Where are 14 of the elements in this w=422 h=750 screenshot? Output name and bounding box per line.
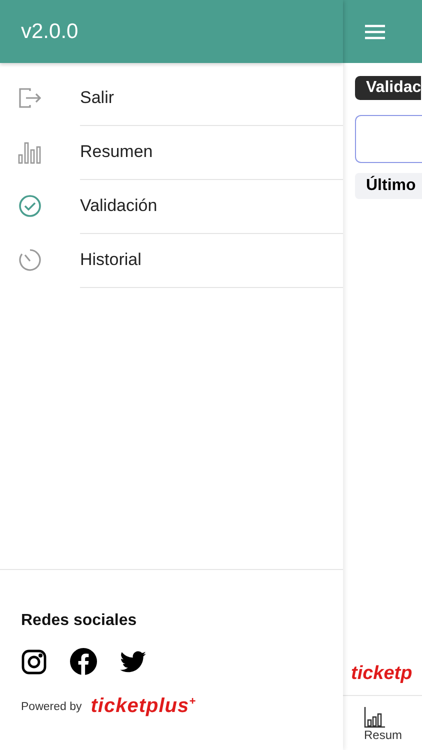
- nav-tab[interactable]: Resum: [358, 696, 408, 750]
- instagram-icon[interactable]: [21, 648, 47, 674]
- powered-by-text: Powered by: [21, 700, 82, 712]
- brand-logo: ticketp: [350, 663, 414, 686]
- input-field[interactable]: [355, 115, 422, 163]
- twitter-icon[interactable]: [120, 650, 146, 672]
- last-label: Último: [355, 173, 422, 199]
- section-tag: Validac: [355, 76, 422, 100]
- social-title: Redes sociales: [21, 612, 138, 630]
- brand-logo: ticketplus$^{+}$: [90, 695, 196, 718]
- version-label: v2.0.0: [21, 20, 78, 44]
- bar-chart-icon: [364, 706, 386, 728]
- menu-icon[interactable]: [365, 24, 385, 40]
- facebook-icon[interactable]: [70, 648, 97, 675]
